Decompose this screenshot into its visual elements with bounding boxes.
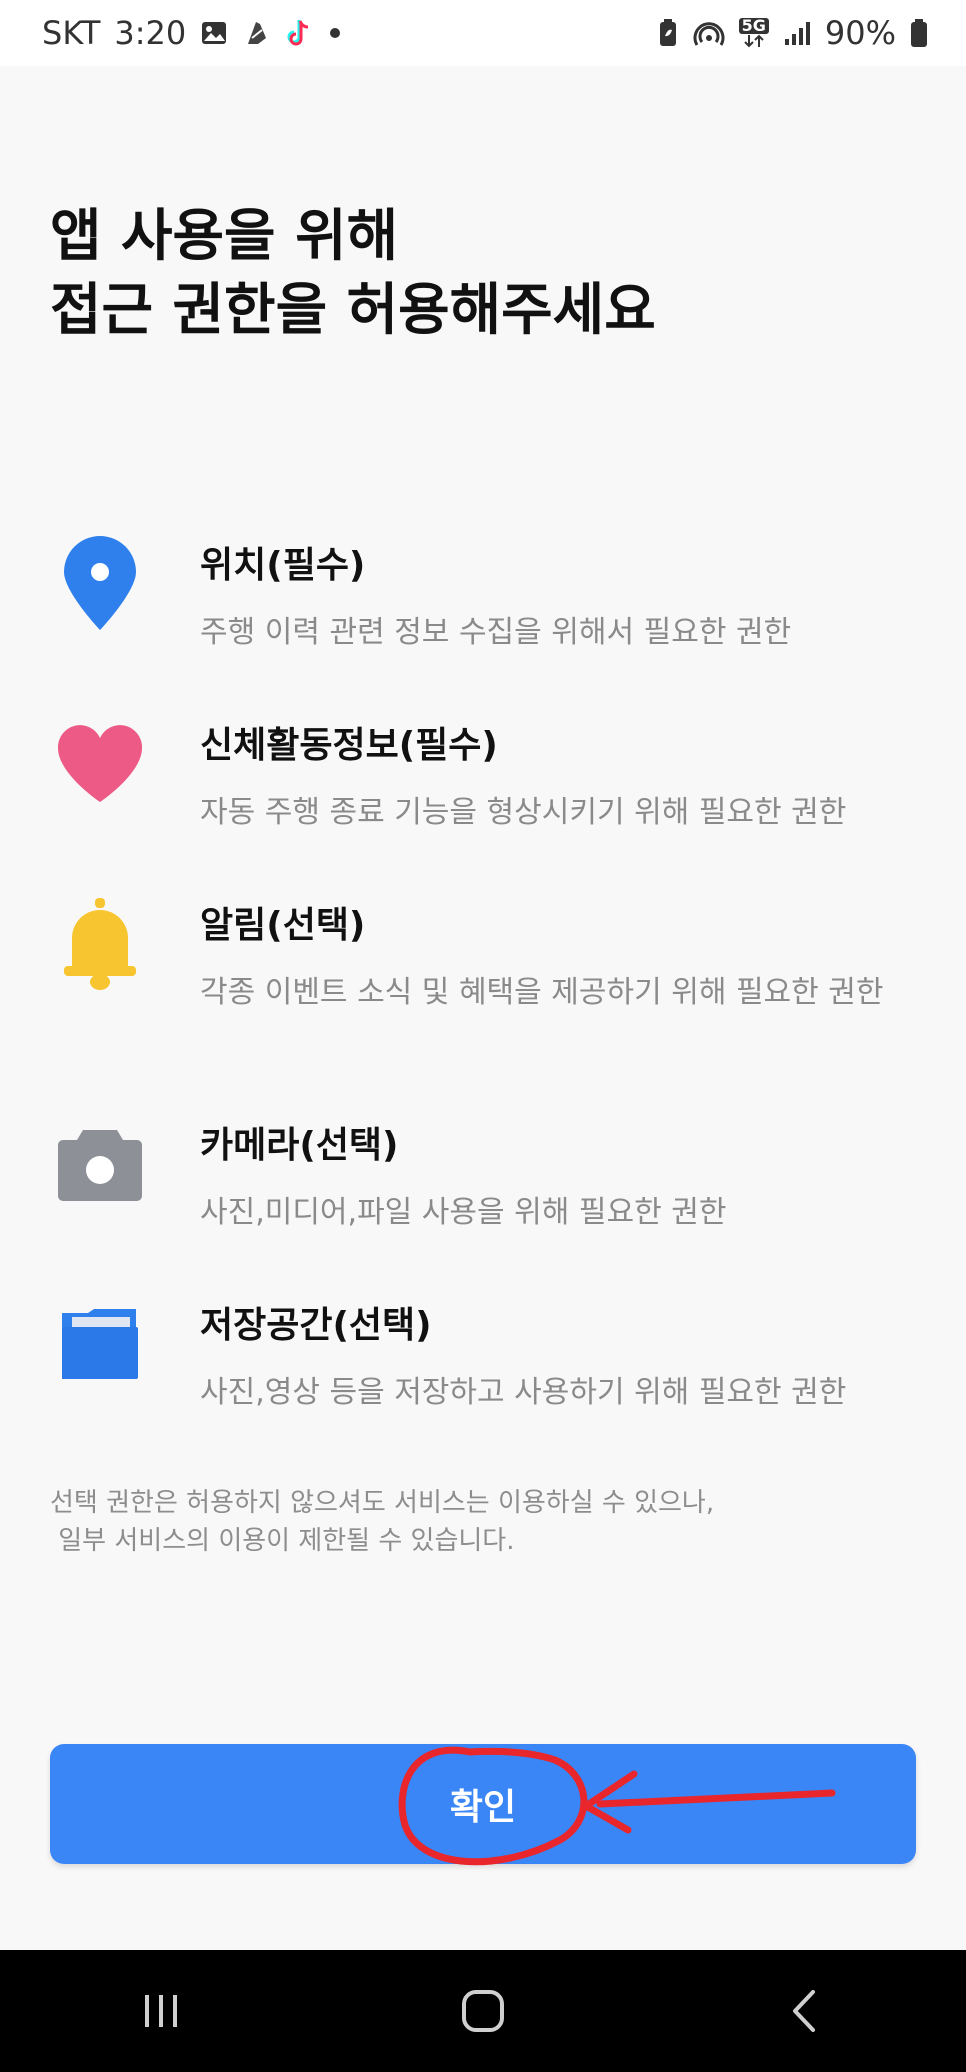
permission-desc: 사진,영상 등을 저장하고 사용하기 위해 필요한 권한 — [200, 1375, 847, 1410]
location-pin-icon — [56, 536, 144, 632]
gallery-icon — [200, 19, 228, 47]
signal-icon — [783, 19, 811, 47]
back-icon[interactable] — [760, 1966, 850, 2056]
permission-title: 저장공간(선택) — [200, 1305, 432, 1346]
permission-screen: 앱 사용을 위해 접근 권한을 허용해주세요 위치(필수) 주행 이력 관련 정… — [0, 66, 966, 1950]
status-bar: SKT 3:20 5G 90% — [0, 0, 966, 66]
home-icon[interactable] — [438, 1966, 528, 2056]
permission-title: 신체활동정보(필수) — [200, 725, 498, 766]
bell-icon — [56, 896, 144, 992]
permission-desc: 사진,미디어,파일 사용을 위해 필요한 권한 — [200, 1195, 727, 1230]
title-line-1: 앱 사용을 위해 — [50, 204, 399, 269]
battery-saver-icon — [657, 18, 679, 48]
battery-percent: 90% — [824, 14, 896, 52]
notice-line-2: 일부 서비스의 이용이 제한될 수 있습니다. — [50, 1526, 515, 1556]
permission-desc: 주행 이력 관련 정보 수집을 위해서 필요한 권한 — [200, 615, 792, 650]
confirm-button-label: 확인 — [449, 1787, 517, 1828]
clock: 3:20 — [114, 14, 187, 52]
dot-icon — [328, 26, 342, 40]
network-type: 5G — [738, 18, 769, 34]
tiktok-icon — [286, 18, 314, 48]
title-line-2: 접근 권한을 허용해주세요 — [50, 278, 656, 343]
heart-icon — [56, 716, 144, 812]
permission-desc: 자동 주행 종료 기능을 형상시키기 위해 필요한 권한 — [200, 795, 847, 830]
page-title: 앱 사용을 위해 접근 권한을 허용해주세요 — [50, 200, 910, 348]
permission-title: 위치(필수) — [200, 545, 366, 586]
system-nav-bar — [0, 1950, 966, 2072]
hotspot-icon — [693, 18, 725, 48]
battery-icon — [910, 18, 928, 48]
carrier-label: SKT — [42, 14, 101, 52]
permission-title: 알림(선택) — [200, 905, 366, 946]
notice-line-1: 선택 권한은 허용하지 않으셔도 서비스는 이용하실 수 있으나, — [50, 1488, 715, 1518]
optional-permission-notice: 선택 권한은 허용하지 않으셔도 서비스는 이용하실 수 있으나, 일부 서비스… — [50, 1484, 910, 1560]
app-icon — [242, 18, 272, 48]
recent-apps-icon[interactable] — [116, 1966, 206, 2056]
permission-desc: 각종 이벤트 소식 및 혜택을 제공하기 위해 필요한 권한 — [200, 975, 884, 1010]
camera-icon — [56, 1116, 144, 1212]
folder-icon — [56, 1296, 144, 1392]
permission-title: 카메라(선택) — [200, 1125, 399, 1166]
confirm-button[interactable]: 확인 — [50, 1744, 916, 1864]
5g-icon: 5G — [738, 18, 769, 48]
